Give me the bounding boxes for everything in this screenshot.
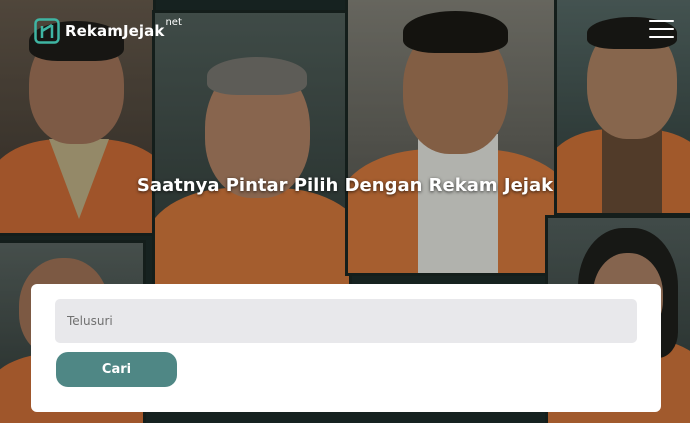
site-logo[interactable]: RekamJejak net — [34, 16, 182, 44]
menu-line — [649, 36, 674, 38]
hero-headline: Saatnya Pintar Pilih Dengan Rekam Jejak — [136, 175, 554, 196]
hamburger-icon[interactable] — [649, 20, 674, 40]
search-input[interactable] — [55, 299, 637, 343]
search-button[interactable]: Cari — [56, 352, 177, 387]
logo-mark-icon — [34, 18, 60, 44]
logo-text: RekamJejak — [65, 22, 165, 40]
menu-line — [649, 28, 674, 30]
logo-suffix: net — [165, 16, 182, 28]
search-card: Cari — [31, 284, 661, 412]
menu-line — [649, 20, 674, 22]
